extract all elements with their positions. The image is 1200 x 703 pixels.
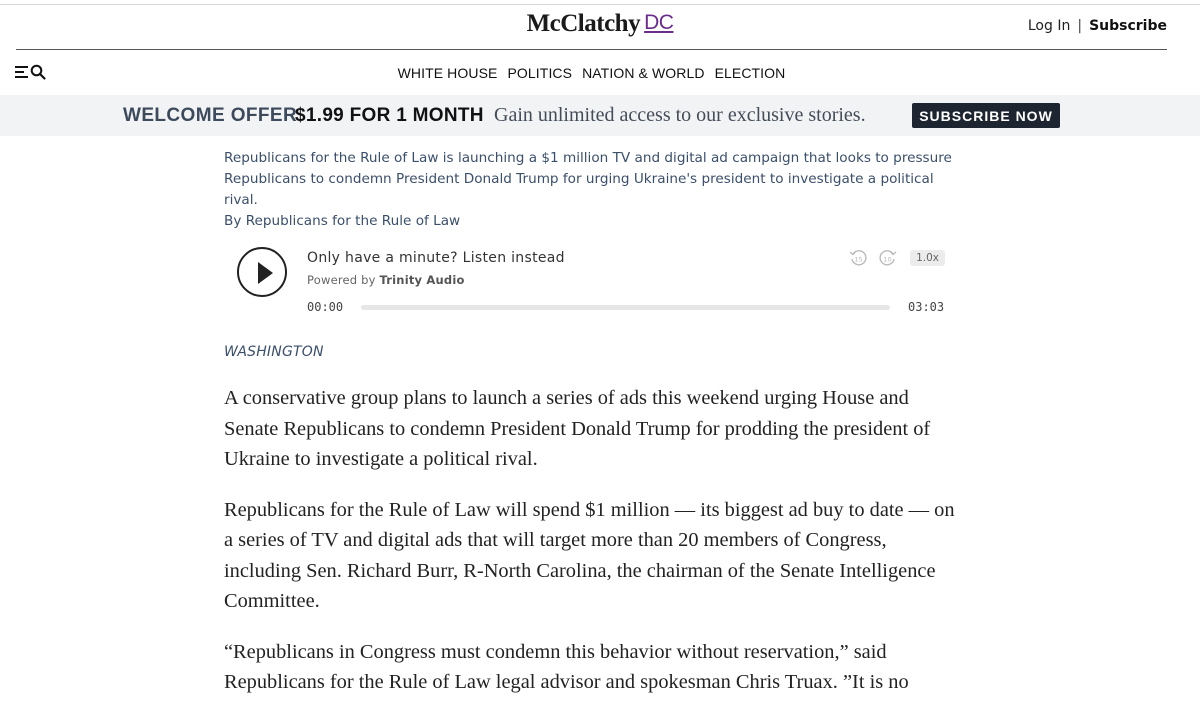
play-button[interactable] (237, 247, 287, 297)
audio-current-time: 00:00 (307, 300, 344, 314)
caption-line: Republicans to condemn President Donald … (224, 171, 934, 208)
site-logo[interactable]: McClatchy DC (527, 10, 674, 38)
nav-item-politics[interactable]: POLITICS (507, 65, 572, 81)
rewind-label: 15 (854, 256, 862, 264)
welcome-offer-message: Gain unlimited access to our exclusive s… (494, 104, 866, 126)
audio-powered-by: Powered by Trinity Audio (307, 273, 465, 287)
powered-by-label: Powered by (307, 273, 376, 287)
audio-duration: 03:03 (908, 300, 945, 314)
account-links: Log In | Subscribe (1028, 18, 1167, 34)
site-header: McClatchy DC (0, 10, 1200, 38)
nav-item-nation-world[interactable]: NATION & WORLD (582, 65, 704, 81)
play-icon (258, 262, 273, 284)
audio-player: Only have a minute? Listen instead Power… (224, 240, 954, 320)
section-nav: WHITE HOUSE POLITICS NATION & WORLD ELEC… (0, 65, 1183, 81)
article-paragraph: “Republicans in Congress must condemn th… (224, 640, 909, 694)
caption-credit: By Republicans for the Rule of Law (224, 213, 461, 229)
article-body: A conservative group plans to launch a s… (224, 383, 964, 703)
subscribe-now-button[interactable]: SUBSCRIBE NOW (912, 103, 1060, 128)
logo-text: McClatchy (526, 10, 641, 37)
logo-suffix: DC (644, 11, 674, 34)
login-link[interactable]: Log In (1028, 18, 1070, 34)
playback-speed-button[interactable]: 1.0x (910, 250, 945, 266)
welcome-offer-label: WELCOME OFFER (123, 104, 298, 126)
nav-divider (16, 49, 1167, 50)
forward-label: 10 (883, 256, 891, 264)
audio-controls: 15 10 1.0x (848, 248, 945, 268)
account-separator: | (1077, 18, 1083, 34)
article-dateline: WASHINGTON (224, 344, 324, 360)
top-divider (0, 4, 1200, 5)
forward-icon[interactable]: 10 (878, 248, 898, 268)
photo-caption: Republicans for the Rule of Law is launc… (224, 148, 964, 232)
rewind-icon[interactable]: 15 (848, 248, 868, 268)
article-paragraph: Republicans for the Rule of Law will spe… (224, 498, 955, 613)
article-paragraph: A conservative group plans to launch a s… (224, 387, 931, 470)
caption-line: Republicans for the Rule of Law is launc… (224, 150, 952, 166)
subscribe-link[interactable]: Subscribe (1089, 18, 1167, 34)
audio-title: Only have a minute? Listen instead (307, 250, 565, 266)
audio-provider-link[interactable]: Trinity Audio (380, 273, 465, 287)
welcome-offer-bar: WELCOME OFFER $1.99 FOR 1 MONTH Gain unl… (0, 95, 1200, 136)
welcome-offer-price: $1.99 FOR 1 MONTH (295, 104, 484, 126)
nav-item-election[interactable]: ELECTION (715, 65, 786, 81)
nav-item-white-house[interactable]: WHITE HOUSE (398, 65, 498, 81)
audio-progress-bar[interactable] (361, 305, 890, 310)
